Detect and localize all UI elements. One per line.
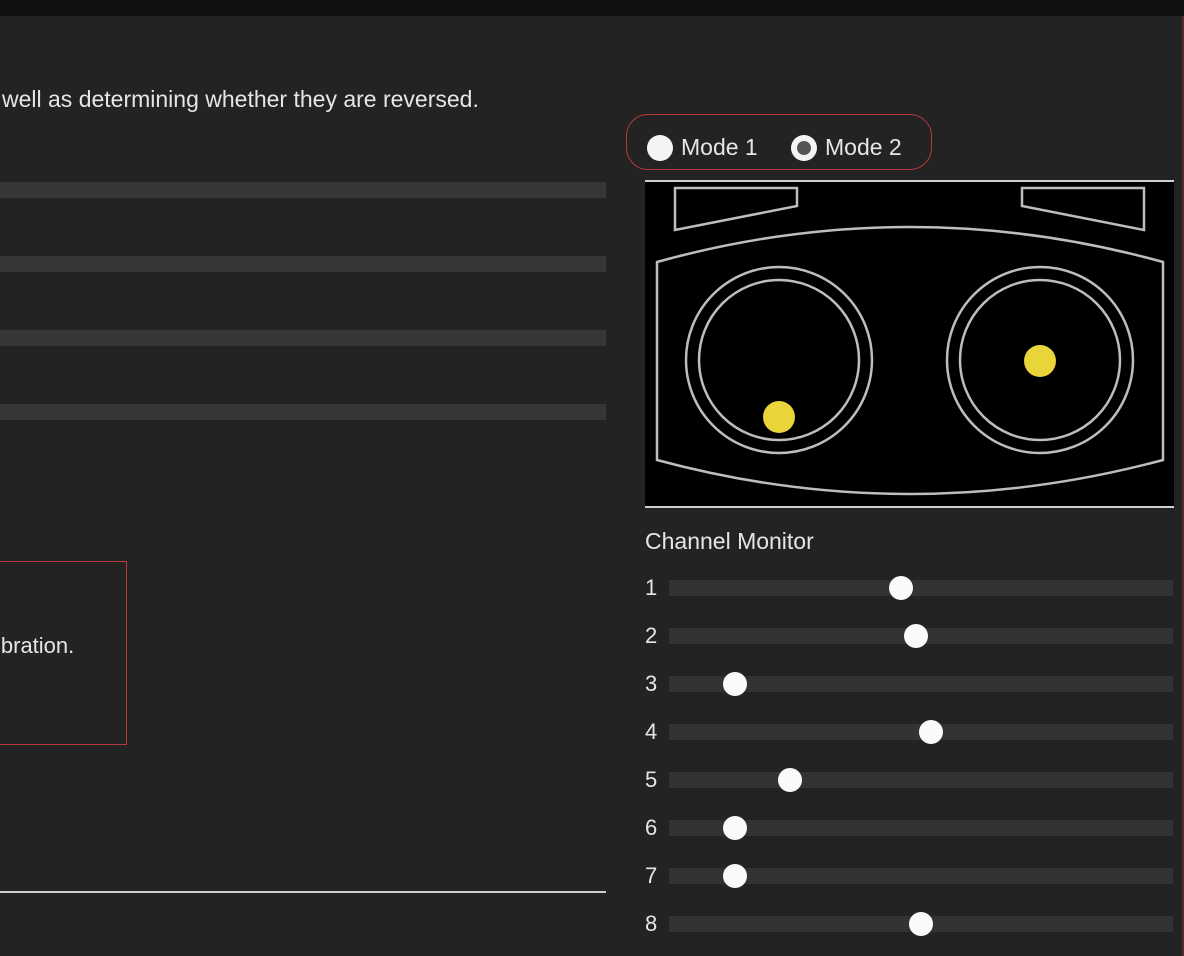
channel-monitor-title: Channel Monitor bbox=[645, 528, 814, 554]
warning-text: ibration. bbox=[0, 633, 75, 658]
channel-row: 7 bbox=[645, 864, 1173, 888]
channel-number: 1 bbox=[645, 575, 658, 600]
channel-row: 5 bbox=[645, 768, 1173, 792]
channel-slider-knob[interactable] bbox=[909, 912, 933, 936]
channel-number: 6 bbox=[645, 815, 658, 840]
top-bar bbox=[0, 0, 1184, 16]
channel-number: 3 bbox=[645, 671, 658, 696]
mode-2-label: Mode 2 bbox=[825, 134, 902, 160]
mode-1-radio[interactable] bbox=[647, 134, 673, 161]
channel-slider-knob[interactable] bbox=[722, 672, 747, 696]
mode-1-label: Mode 1 bbox=[681, 134, 758, 160]
channel-row: 1 bbox=[645, 576, 1173, 600]
channel-row: 4 bbox=[645, 720, 1173, 744]
channel-slider-knob[interactable] bbox=[722, 816, 747, 840]
channel-number: 8 bbox=[645, 911, 658, 936]
channel-row: 8 bbox=[645, 912, 1173, 936]
channel-number: 2 bbox=[645, 623, 658, 648]
channel-row: 3 bbox=[645, 672, 1173, 696]
channel-number: 4 bbox=[645, 719, 658, 744]
channel-row: 6 bbox=[645, 816, 1173, 840]
channel-slider-knob[interactable] bbox=[722, 864, 747, 888]
channel-slider-knob[interactable] bbox=[888, 576, 913, 600]
right-stick-dot bbox=[1024, 345, 1056, 377]
left-stick-dot bbox=[763, 401, 795, 433]
stick-visualizer bbox=[645, 180, 1174, 508]
channel-number: 5 bbox=[645, 767, 658, 792]
mode-1-option[interactable]: Mode 1 bbox=[647, 134, 758, 161]
channel-slider-knob[interactable] bbox=[919, 720, 944, 744]
channel-slider-knob[interactable] bbox=[777, 768, 802, 792]
channel-row: 2 bbox=[645, 624, 1173, 648]
intro-text: well as determining whether they are rev… bbox=[2, 86, 479, 112]
divider bbox=[0, 891, 606, 893]
channel-slider-knob[interactable] bbox=[903, 624, 928, 648]
input-bar-2[interactable] bbox=[0, 256, 606, 272]
mode-2-option[interactable]: Mode 2 bbox=[791, 134, 902, 161]
input-bar-4[interactable] bbox=[0, 404, 606, 420]
input-bar-1[interactable] bbox=[0, 182, 606, 198]
stick-visualizer-background bbox=[645, 180, 1174, 508]
channel-slider-track[interactable] bbox=[669, 772, 1173, 788]
mode-2-radio[interactable] bbox=[791, 134, 817, 161]
channel-number: 7 bbox=[645, 863, 658, 888]
channel-slider-track[interactable] bbox=[669, 580, 1173, 596]
input-bar-3[interactable] bbox=[0, 330, 606, 346]
